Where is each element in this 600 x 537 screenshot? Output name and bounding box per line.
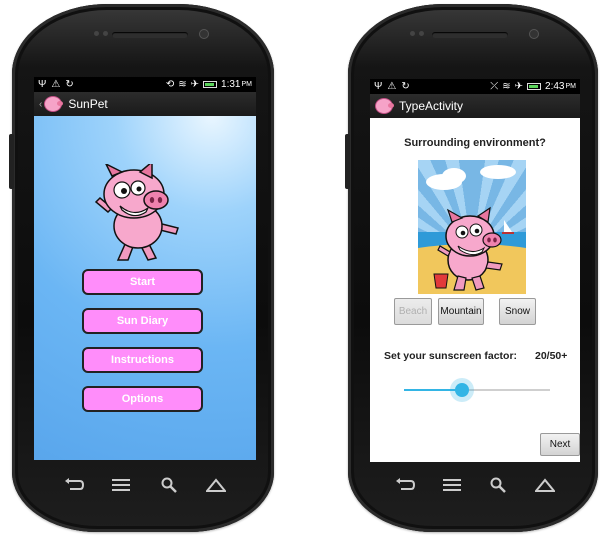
status-ampm: PM — [241, 81, 253, 88]
search-key-icon[interactable] — [487, 476, 509, 494]
search-key-icon[interactable] — [158, 476, 180, 494]
volume-key — [9, 134, 14, 189]
battery-icon — [527, 83, 542, 90]
mountain-button[interactable]: Mountain — [438, 298, 484, 325]
usb-icon: Ψ — [374, 81, 383, 92]
sync-icon: ↻ — [65, 79, 74, 90]
right-screen: Ψ ⚠ ↻ ⤫ ≋ ✈ 2:43 PM TypeActivity Surround… — [370, 79, 580, 462]
volume-key — [345, 134, 350, 189]
instructions-button[interactable]: Instructions — [82, 347, 203, 373]
options-button[interactable]: Options — [82, 386, 203, 412]
sunscreen-label: Set your sunscreen factor: — [384, 350, 518, 362]
sunscreen-slider-fill — [404, 389, 463, 391]
earpiece-speaker — [112, 32, 188, 38]
app-title: SunPet — [68, 97, 108, 111]
status-time: 1:31 — [221, 79, 241, 90]
home-key-icon[interactable] — [534, 476, 556, 494]
usb-icon: Ψ — [38, 79, 47, 90]
start-button[interactable]: Start — [82, 269, 203, 295]
type-activity: Surrounding environment? Beach Mountain … — [370, 118, 580, 462]
activity-title: TypeActivity — [399, 99, 464, 113]
back-key-icon[interactable] — [394, 476, 416, 494]
hardware-nav-keys — [382, 476, 568, 494]
rotate-icon: ⟲ — [165, 79, 175, 90]
menu-key-icon[interactable] — [441, 476, 463, 494]
wifi-icon: ≋ — [178, 79, 187, 90]
status-bar: Ψ ⚠ ↻ ⤫ ≋ ✈ 2:43 PM — [370, 79, 580, 94]
up-caret-icon[interactable]: ‹ — [39, 99, 42, 110]
sync-icon: ↻ — [401, 81, 410, 92]
sun-diary-button[interactable]: Sun Diary — [82, 308, 203, 334]
sunscreen-value: 20/50+ — [535, 350, 568, 362]
back-key-icon[interactable] — [63, 476, 85, 494]
no-signal-icon: ⤫ — [490, 81, 499, 92]
beach-scene-image — [418, 160, 526, 294]
main-menu: Start Sun Diary Instructions Options — [34, 116, 256, 460]
left-phone: Ψ ⚠ ↻ ⟲ ≋ ✈ 1:31 PM ‹ SunPet Start Sun D… — [9, 4, 274, 532]
status-bar: Ψ ⚠ ↻ ⟲ ≋ ✈ 1:31 PM — [34, 77, 256, 92]
beach-button[interactable]: Beach — [394, 298, 432, 325]
next-button[interactable]: Next — [540, 433, 580, 456]
action-bar: TypeActivity — [370, 94, 580, 119]
pig-logo-icon[interactable] — [375, 98, 394, 114]
earpiece-speaker — [432, 32, 508, 38]
action-bar: ‹ SunPet — [34, 92, 256, 117]
status-ampm: PM — [565, 83, 577, 90]
sunscreen-slider-track[interactable] — [404, 389, 550, 391]
menu-key-icon[interactable] — [110, 476, 132, 494]
home-key-icon[interactable] — [205, 476, 227, 494]
right-phone: Ψ ⚠ ↻ ⤫ ≋ ✈ 2:43 PM TypeActivity Surround… — [345, 4, 598, 532]
sensor-dots — [94, 31, 108, 36]
front-camera — [200, 30, 208, 38]
front-camera — [530, 30, 538, 38]
hardware-nav-keys — [50, 476, 240, 494]
sensor-dots — [410, 31, 424, 36]
sunscreen-slider-thumb[interactable] — [455, 383, 470, 397]
snow-button[interactable]: Snow — [499, 298, 536, 325]
wifi-icon: ≋ — [502, 81, 511, 92]
warning-icon: ⚠ — [387, 81, 397, 92]
airplane-icon: ✈ — [514, 81, 524, 92]
status-time: 2:43 — [545, 81, 565, 92]
left-screen: Ψ ⚠ ↻ ⟲ ≋ ✈ 1:31 PM ‹ SunPet Start Sun D… — [34, 77, 256, 460]
warning-icon: ⚠ — [51, 79, 61, 90]
pig-logo-icon[interactable] — [44, 96, 64, 112]
airplane-icon: ✈ — [190, 79, 200, 90]
battery-icon — [203, 81, 218, 88]
pig-mascot-icon — [94, 164, 179, 261]
environment-question: Surrounding environment? — [404, 137, 546, 149]
